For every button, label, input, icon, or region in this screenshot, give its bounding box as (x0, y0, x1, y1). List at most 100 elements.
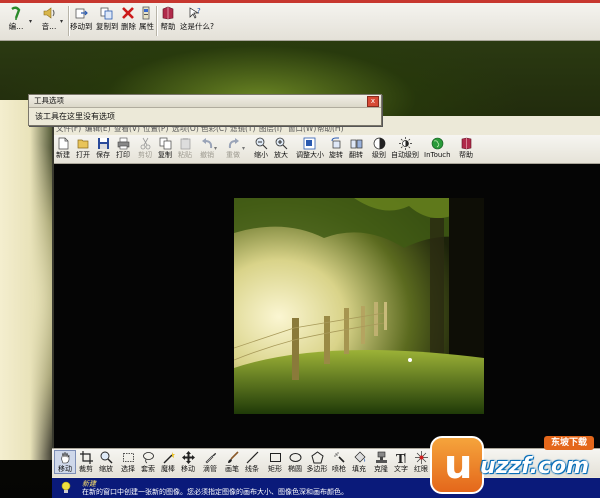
tool-line[interactable]: 线条 (243, 451, 261, 473)
chevron-down-icon[interactable]: ▾ (29, 18, 32, 25)
folder-open-icon (77, 139, 88, 149)
zoom-out-label: 缩小 (254, 151, 268, 159)
toolbar-separator (156, 6, 158, 36)
tool-crop-label: 裁剪 (79, 465, 93, 473)
tool-select-label: 选择 (121, 465, 135, 473)
intouch-globe-icon (431, 137, 443, 150)
watermark-brand: uzzf.com (480, 454, 590, 479)
chevron-down-icon[interactable]: ▾ (214, 145, 217, 152)
svg-text:T: T (396, 452, 405, 464)
tool-clone[interactable]: 克隆 (372, 451, 390, 473)
hand-icon (60, 451, 69, 464)
tool-text[interactable]: T 文字 (392, 451, 410, 473)
tool-airbrush[interactable]: 喷枪 (330, 451, 348, 473)
edit-icon (11, 6, 21, 20)
tool-rectangle-label: 矩形 (268, 465, 282, 473)
properties-icon (142, 6, 150, 20)
flip-button[interactable]: 翻转 (347, 137, 365, 160)
properties-button[interactable]: 属性 (139, 6, 154, 38)
tool-brush[interactable]: 画笔 (223, 451, 241, 473)
zoom-in-button[interactable]: 放大 (272, 137, 290, 160)
paste-button[interactable]: 粘贴 (176, 137, 194, 160)
levels-button[interactable]: 级别 (370, 137, 388, 160)
crop-icon (79, 451, 93, 464)
flip-label: 翻转 (349, 151, 363, 159)
tool-rectangle[interactable]: 矩形 (266, 451, 284, 473)
paint-bucket-icon (354, 451, 365, 463)
zoom-out-icon (255, 137, 267, 150)
levels-label: 级别 (372, 151, 386, 159)
resize-label: 调整大小 (296, 151, 324, 159)
move-to-button[interactable]: 移动到 (70, 6, 93, 38)
chevron-down-icon[interactable]: ▾ (242, 145, 245, 152)
tool-select[interactable]: 选择 (119, 451, 137, 473)
zoom-in-label: 放大 (274, 151, 288, 159)
resize-button[interactable]: 调整大小 (296, 137, 324, 160)
save-button[interactable]: 保存 (94, 137, 112, 160)
tool-polygon[interactable]: 多边形 (306, 451, 328, 473)
status-text: 在新的窗口中创建一张新的图像。您必须指定图像的画布大小、图像色深和画布颜色。 (82, 488, 348, 496)
intouch-label: InTouch (424, 151, 451, 159)
tool-polygon-label: 多边形 (306, 465, 328, 473)
whats-this-label: 这是什么? (180, 22, 214, 31)
clipboard-icon (180, 138, 190, 150)
intouch-button[interactable]: InTouch (424, 137, 451, 160)
copy-button[interactable]: 复制 (156, 137, 174, 160)
image-canvas[interactable] (52, 164, 600, 448)
app-help-label: 帮助 (459, 151, 473, 159)
whats-this-icon: ? (189, 7, 201, 19)
top-toolbar: 编... ▾ 音... ▾ 移动到 复制到 删除 属性 帮助 ? 这是什么? (0, 0, 600, 41)
edit-button-label: 编... (8, 22, 24, 31)
tool-options-message: 该工具在这里没有选项 (35, 112, 115, 121)
tool-options-title[interactable]: 工具选项 (29, 95, 381, 108)
tool-red-eye-label: 红眼 (414, 465, 428, 473)
tool-eyedropper[interactable]: 滴管 (201, 451, 219, 473)
print-label: 打印 (116, 151, 130, 159)
rect-select-icon (122, 453, 134, 462)
edit-button[interactable]: 编... (4, 6, 28, 38)
undo-arrow-icon (201, 138, 212, 149)
open-button[interactable]: 打开 (74, 137, 92, 160)
tool-move-hand[interactable]: 移动 (54, 450, 76, 474)
watermark-letter: u (444, 442, 473, 488)
tool-zoom[interactable]: 缩放 (97, 451, 115, 473)
open-label: 打开 (76, 151, 90, 159)
auto-levels-button[interactable]: 自动级别 (390, 137, 420, 160)
copy-to-button[interactable]: 复制到 (96, 6, 119, 38)
watermark-badge: 东坡下载 (544, 436, 594, 450)
site-watermark: u 东坡下载 uzzf.com (428, 432, 598, 494)
tool-fill-label: 填充 (352, 465, 366, 473)
eyedropper-icon (205, 453, 216, 464)
new-button[interactable]: 新建 (54, 137, 72, 160)
move-to-label: 移动到 (70, 22, 93, 31)
new-label: 新建 (56, 151, 70, 159)
tool-lasso[interactable]: 套索 (139, 451, 157, 473)
tool-fill[interactable]: 填充 (350, 451, 368, 473)
rectangle-icon (269, 453, 281, 462)
app-help-button[interactable]: 帮助 (457, 137, 475, 160)
help-label: 帮助 (160, 22, 176, 31)
whats-this-button[interactable]: ? 这是什么? (180, 6, 214, 38)
audio-button[interactable]: 音... (38, 6, 60, 38)
resize-icon (303, 137, 315, 150)
zoom-out-button[interactable]: 缩小 (252, 137, 270, 160)
rotate-icon (331, 137, 340, 149)
delete-button[interactable]: 删除 (121, 6, 136, 38)
tool-crop[interactable]: 裁剪 (77, 451, 95, 473)
tool-magic-wand[interactable]: 魔棒 (159, 451, 177, 473)
save-disk-icon (97, 138, 109, 149)
redo-button[interactable]: 重做 (222, 137, 244, 160)
rotate-button[interactable]: 旋转 (327, 137, 345, 160)
new-file-icon (58, 137, 68, 150)
tool-ellipse[interactable]: 椭圆 (286, 451, 304, 473)
help-button[interactable]: 帮助 (160, 6, 176, 38)
text-tool-icon: T (396, 452, 405, 464)
auto-levels-label: 自动级别 (391, 151, 419, 159)
top-accent-strip (0, 0, 600, 3)
cut-button[interactable]: 剪切 (136, 137, 154, 160)
close-button[interactable]: x (367, 96, 379, 107)
print-button[interactable]: 打印 (114, 137, 132, 160)
tool-move-arrows[interactable]: 移动 (179, 451, 197, 473)
chevron-down-icon[interactable]: ▾ (60, 18, 63, 25)
flip-icon (350, 139, 362, 149)
